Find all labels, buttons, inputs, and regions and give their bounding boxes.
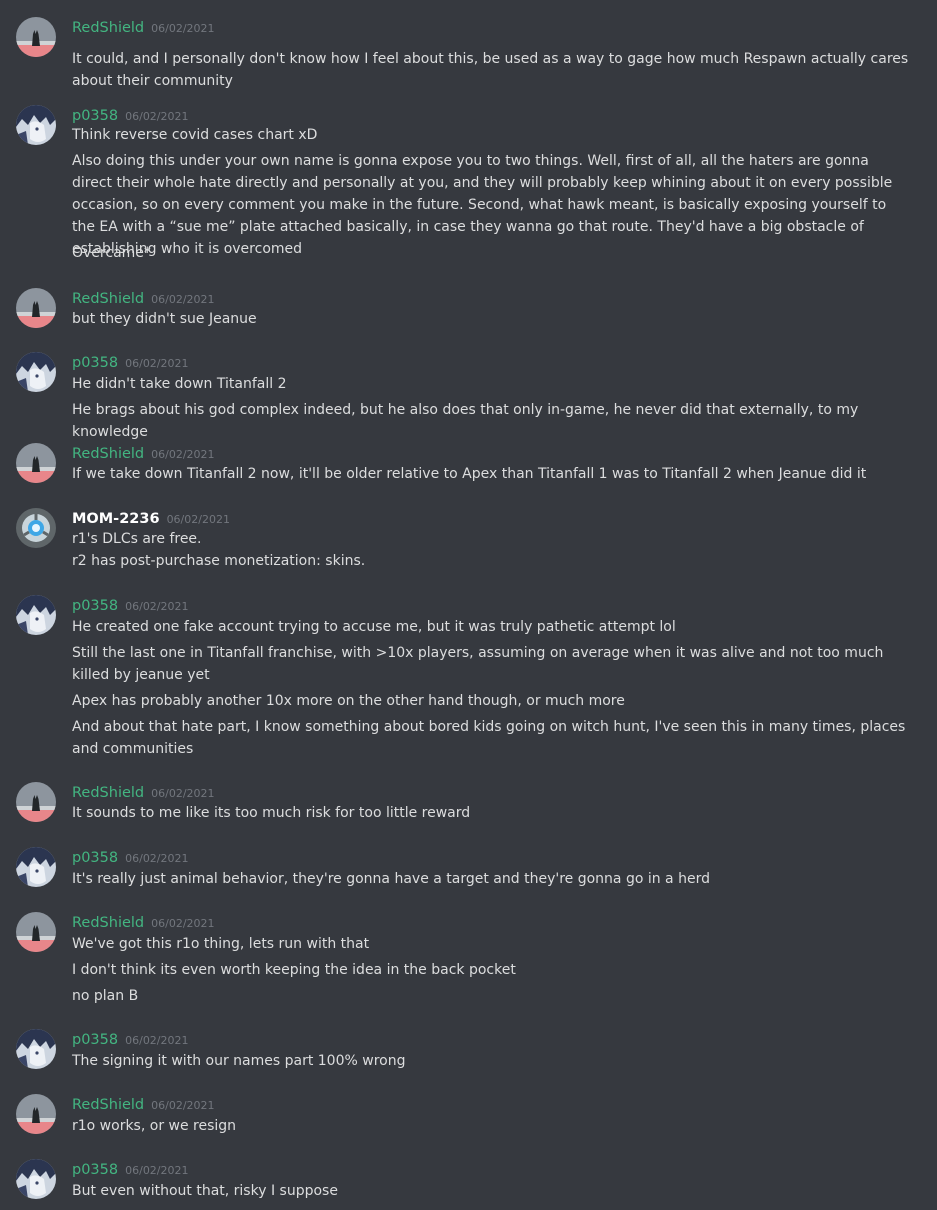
mom-2236-avatar-icon[interactable] xyxy=(16,508,56,548)
timestamp: 06/02/2021 xyxy=(151,1099,215,1112)
message-text: Think reverse covid cases chart xD xyxy=(72,127,318,143)
redshield-avatar-icon[interactable] xyxy=(16,17,56,57)
message-text: He created one fake account trying to ac… xyxy=(72,619,676,635)
message-text: r1's DLCs are free. xyxy=(72,531,202,547)
author-name[interactable]: p0358 xyxy=(72,598,118,614)
message-text: We've got this r1o thing, lets run with … xyxy=(72,936,370,952)
message-header: p0358 06/02/2021 xyxy=(72,847,189,867)
message-header: RedShield 06/02/2021 xyxy=(72,912,215,932)
redshield-avatar-icon[interactable] xyxy=(16,288,56,328)
timestamp: 06/02/2021 xyxy=(151,448,215,461)
timestamp: 06/02/2021 xyxy=(125,852,189,865)
timestamp: 06/02/2021 xyxy=(125,1164,189,1177)
message-text: He didn't take down Titanfall 2 xyxy=(72,376,287,392)
timestamp: 06/02/2021 xyxy=(125,110,189,123)
message-header: p0358 06/02/2021 xyxy=(72,1159,189,1179)
message-text: And about that hate part, I know somethi… xyxy=(72,719,906,757)
message-header: RedShield 06/02/2021 xyxy=(72,782,215,802)
author-name[interactable]: p0358 xyxy=(72,355,118,371)
message-text: Overcame* xyxy=(72,245,151,261)
timestamp: 06/02/2021 xyxy=(151,917,215,930)
author-name[interactable]: RedShield xyxy=(72,291,144,307)
message-text: but they didn't sue Jeanue xyxy=(72,311,257,327)
p0358-avatar-icon[interactable] xyxy=(16,1029,56,1069)
redshield-avatar-icon[interactable] xyxy=(16,1094,56,1134)
author-name[interactable]: p0358 xyxy=(72,108,118,124)
message-text: If we take down Titanfall 2 now, it'll b… xyxy=(72,466,867,482)
author-name[interactable]: RedShield xyxy=(72,20,144,36)
timestamp: 06/02/2021 xyxy=(125,357,189,370)
message-text: It could, and I personally don't know ho… xyxy=(72,51,909,89)
p0358-avatar-icon[interactable] xyxy=(16,352,56,392)
message-text: He brags about his god complex indeed, b… xyxy=(72,402,859,440)
message-header: RedShield 06/02/2021 xyxy=(72,1094,215,1114)
timestamp: 06/02/2021 xyxy=(125,1034,189,1047)
message-text: r2 has post-purchase monetization: skins… xyxy=(72,553,366,569)
chat-messages: RedShield 06/02/2021 It could, and I perso… xyxy=(0,0,937,1210)
redshield-avatar-icon[interactable] xyxy=(16,782,56,822)
p0358-avatar-icon[interactable] xyxy=(16,847,56,887)
author-name[interactable]: p0358 xyxy=(72,1162,118,1178)
author-name[interactable]: MOM-2236 xyxy=(72,511,160,527)
author-name[interactable]: RedShield xyxy=(72,785,144,801)
message-text: Still the last one in Titanfall franchis… xyxy=(72,645,884,683)
message-header: p0358 06/02/2021 xyxy=(72,1029,189,1049)
timestamp: 06/02/2021 xyxy=(125,600,189,613)
redshield-avatar-icon[interactable] xyxy=(16,443,56,483)
timestamp: 06/02/2021 xyxy=(151,22,215,35)
message-header: RedShield 06/02/2021 xyxy=(72,443,215,463)
message-header: RedShield 06/02/2021 xyxy=(72,288,215,308)
message-text: The signing it with our names part 100% … xyxy=(72,1053,406,1069)
message-header: MOM-2236 06/02/2021 xyxy=(72,508,230,528)
message-header: RedShield 06/02/2021 xyxy=(72,17,215,37)
message-text: r1o works, or we resign xyxy=(72,1118,237,1134)
p0358-avatar-icon[interactable] xyxy=(16,105,56,145)
timestamp: 06/02/2021 xyxy=(151,787,215,800)
author-name[interactable]: p0358 xyxy=(72,1032,118,1048)
message-text: It sounds to me like its too much risk f… xyxy=(72,805,471,821)
p0358-avatar-icon[interactable] xyxy=(16,1159,56,1199)
message-header: p0358 06/02/2021 xyxy=(72,352,189,372)
author-name[interactable]: RedShield xyxy=(72,446,144,462)
timestamp: 06/02/2021 xyxy=(166,513,230,526)
message-text: But even without that, risky I suppose xyxy=(72,1183,338,1199)
author-name[interactable]: RedShield xyxy=(72,1097,144,1113)
message-text: no plan B xyxy=(72,988,139,1004)
message-text: It's really just animal behavior, they'r… xyxy=(72,871,710,887)
message-header: p0358 06/02/2021 xyxy=(72,105,189,125)
author-name[interactable]: p0358 xyxy=(72,850,118,866)
author-name[interactable]: RedShield xyxy=(72,915,144,931)
timestamp: 06/02/2021 xyxy=(151,293,215,306)
message-text: I don't think its even worth keeping the… xyxy=(72,962,516,978)
redshield-avatar-icon[interactable] xyxy=(16,912,56,952)
message-text: Apex has probably another 10x more on th… xyxy=(72,693,625,709)
p0358-avatar-icon[interactable] xyxy=(16,595,56,635)
message-header: p0358 06/02/2021 xyxy=(72,595,189,615)
